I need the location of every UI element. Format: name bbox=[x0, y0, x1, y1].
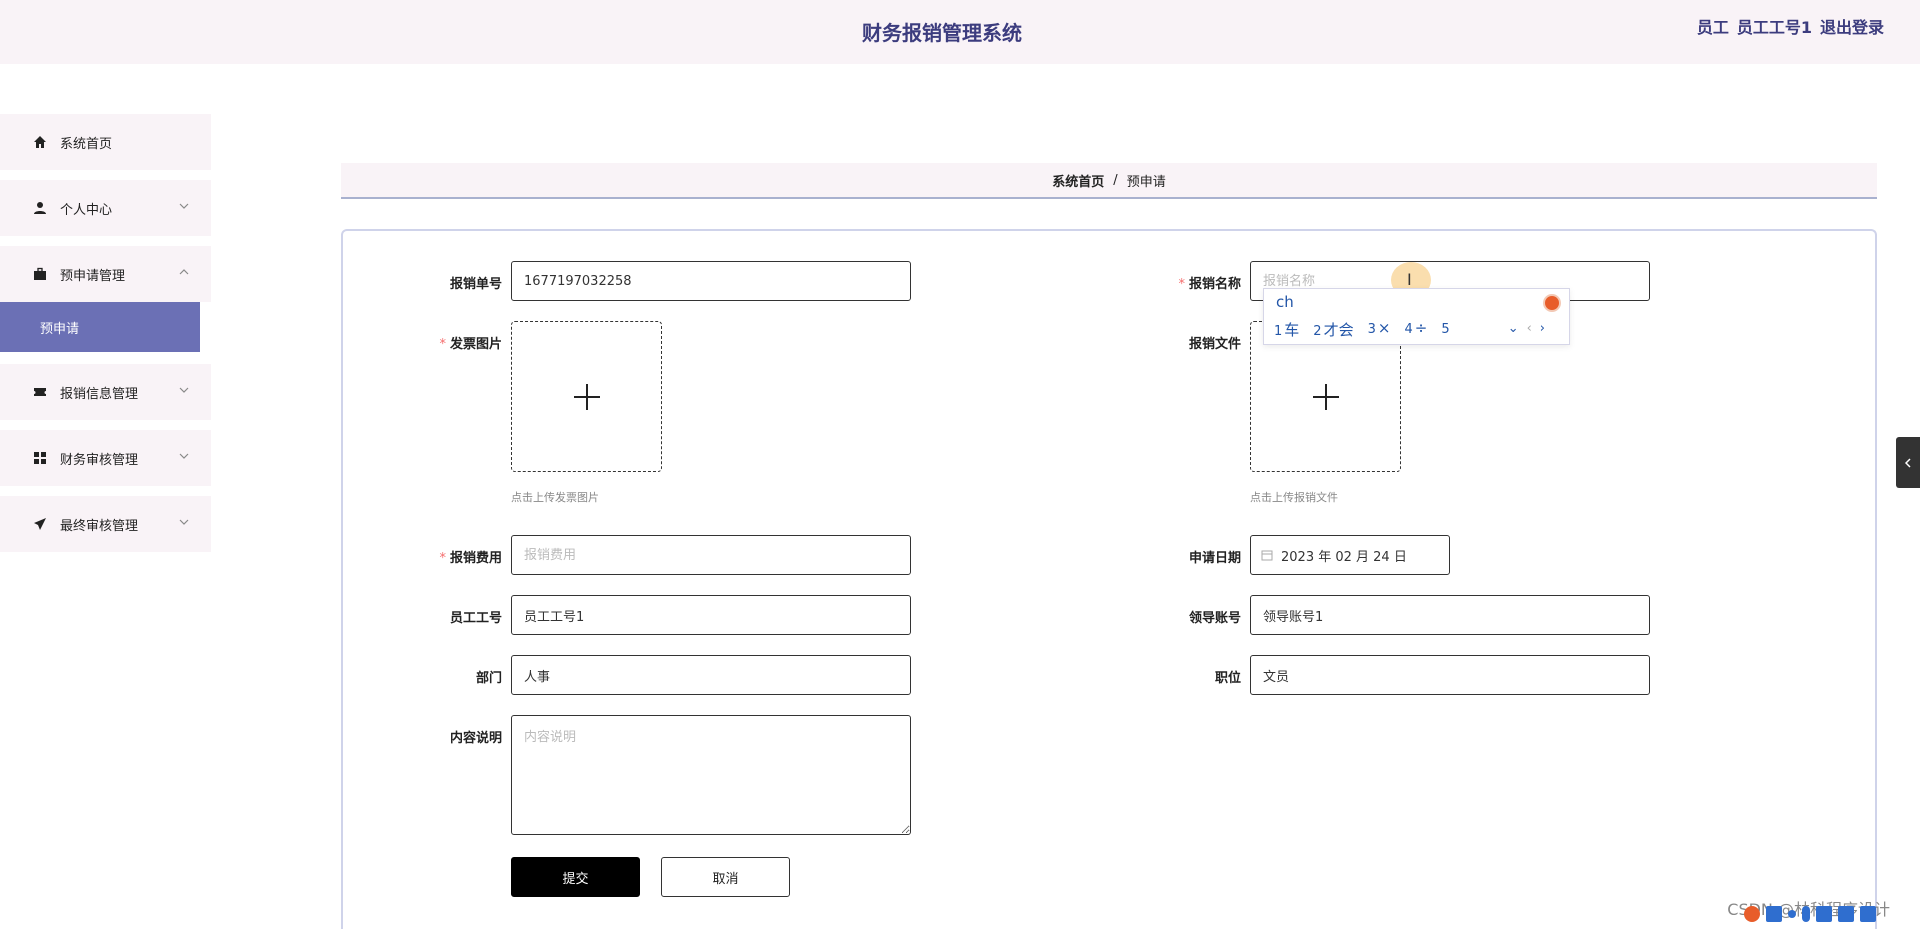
leader-account-input[interactable] bbox=[1250, 595, 1650, 635]
user-role: 员工 bbox=[1696, 18, 1729, 37]
sidebar-item-pre-apply-management[interactable]: 预申请管理 bbox=[0, 246, 211, 302]
punctuation-icon[interactable] bbox=[1788, 910, 1796, 918]
sidebar-item-personal-center[interactable]: 个人中心 bbox=[0, 180, 211, 236]
toolbox-icon[interactable] bbox=[1860, 906, 1876, 922]
breadcrumb-current: 预申请 bbox=[1126, 174, 1166, 190]
ime-next-icon[interactable]: › bbox=[1540, 321, 1545, 336]
ime-candidate[interactable]: 2 才会 bbox=[1313, 319, 1353, 340]
sidebar: 系统首页 个人中心 预申请管理 预申请 报销信息管理 财务审核管理 最终审核管理 bbox=[0, 114, 211, 562]
breadcrumb: 系统首页 / 预申请 bbox=[341, 163, 1877, 199]
ime-prev-icon[interactable]: ‹ bbox=[1527, 321, 1532, 336]
ticket-icon bbox=[32, 384, 48, 400]
microphone-icon[interactable] bbox=[1802, 906, 1810, 922]
cost-label: * 报销费用 bbox=[439, 551, 502, 566]
user-icon bbox=[32, 200, 48, 216]
ime-candidate[interactable]: 3 × bbox=[1368, 319, 1391, 340]
cost-input[interactable] bbox=[511, 535, 911, 575]
apply-date-value: 2023 年 02 月 24 日 bbox=[1281, 549, 1407, 565]
calendar-icon bbox=[1261, 550, 1273, 561]
ime-nav: ⌄ ‹ › bbox=[1508, 321, 1545, 336]
employee-no-input[interactable] bbox=[511, 595, 911, 635]
submit-button[interactable]: 提交 bbox=[511, 857, 640, 897]
leader-account-label: 领导账号 bbox=[1188, 611, 1241, 626]
bill-file-tip: 点击上传报销文件 bbox=[1250, 491, 1338, 504]
bill-no-label: 报销单号 bbox=[449, 277, 502, 292]
ime-expand-icon[interactable]: ⌄ bbox=[1508, 321, 1519, 336]
app-title: 财务报销管理系统 bbox=[862, 21, 1022, 45]
sidebar-item-home[interactable]: 系统首页 bbox=[0, 114, 211, 170]
content-textarea[interactable] bbox=[511, 715, 911, 835]
sogou-logo-icon[interactable] bbox=[1744, 906, 1760, 922]
top-header: 财务报销管理系统 员工 员工工号1 退出登录 bbox=[0, 0, 1920, 64]
home-icon bbox=[32, 134, 48, 150]
plus-icon bbox=[573, 383, 600, 410]
apply-date-picker[interactable]: 2023 年 02 月 24 日 bbox=[1250, 535, 1450, 575]
sidebar-item-reimbursement-info[interactable]: 报销信息管理 bbox=[0, 364, 211, 420]
logout-link[interactable]: 退出登录 bbox=[1820, 14, 1884, 38]
department-label: 部门 bbox=[475, 671, 502, 686]
chinese-mode-icon[interactable] bbox=[1766, 906, 1782, 922]
ime-toolbar bbox=[1744, 906, 1876, 922]
side-collapse-tab[interactable] bbox=[1896, 437, 1920, 488]
content-label: 内容说明 bbox=[449, 731, 502, 746]
chevron-down-icon bbox=[179, 453, 189, 459]
chevron-up-icon bbox=[179, 269, 189, 275]
skin-icon[interactable] bbox=[1838, 906, 1854, 922]
sidebar-item-final-review[interactable]: 最终审核管理 bbox=[0, 496, 211, 552]
sidebar-subitem-pre-apply[interactable]: 预申请 bbox=[0, 302, 200, 352]
department-input[interactable] bbox=[511, 655, 911, 695]
header-user-area: 员工 员工工号1 退出登录 bbox=[1697, 14, 1884, 38]
bill-no-input[interactable] bbox=[511, 261, 911, 301]
ime-candidate-popup: ch 1车 2 才会 3 × 4 ÷ 5 ⌄ ‹ › bbox=[1263, 288, 1570, 345]
ime-candidates: 1车 2 才会 3 × 4 ÷ 5 bbox=[1274, 319, 1452, 340]
breadcrumb-separator: / bbox=[1113, 172, 1118, 188]
invoice-image-tip: 点击上传发票图片 bbox=[511, 491, 599, 504]
apply-date-label: 申请日期 bbox=[1188, 551, 1241, 566]
sidebar-item-label: 财务审核管理 bbox=[60, 452, 139, 468]
briefcase-icon bbox=[32, 266, 48, 282]
bill-file-label: 报销文件 bbox=[1188, 337, 1241, 352]
ime-candidate[interactable]: 1车 bbox=[1274, 319, 1299, 340]
sidebar-item-label: 预申请管理 bbox=[60, 268, 126, 284]
cancel-button[interactable]: 取消 bbox=[661, 857, 790, 897]
chevron-down-icon bbox=[179, 203, 189, 209]
plus-icon bbox=[1312, 383, 1339, 410]
invoice-image-label: * 发票图片 bbox=[439, 337, 502, 352]
ime-logo-icon bbox=[1543, 294, 1561, 312]
sidebar-item-label: 个人中心 bbox=[60, 202, 113, 218]
chevron-down-icon bbox=[179, 387, 189, 393]
form-card: 报销单号 *发票图片 点击上传发票图片 *报销费用 员工工号 部门 内容说明 提… bbox=[341, 229, 1877, 929]
chevron-left-icon bbox=[1904, 457, 1911, 468]
ime-candidate[interactable]: 5 bbox=[1441, 319, 1451, 340]
sidebar-item-finance-review[interactable]: 财务审核管理 bbox=[0, 430, 211, 486]
send-icon bbox=[32, 516, 48, 532]
sidebar-item-label: 系统首页 bbox=[60, 136, 113, 152]
breadcrumb-home[interactable]: 系统首页 bbox=[1052, 171, 1104, 190]
ime-composition: ch bbox=[1276, 293, 1294, 311]
position-label: 职位 bbox=[1214, 671, 1241, 686]
sidebar-item-label: 报销信息管理 bbox=[60, 386, 139, 402]
employee-no-label: 员工工号 bbox=[449, 611, 502, 626]
bill-name-label: * 报销名称 bbox=[1178, 277, 1241, 292]
chevron-down-icon bbox=[179, 519, 189, 525]
position-input[interactable] bbox=[1250, 655, 1650, 695]
ime-candidate[interactable]: 4 ÷ bbox=[1404, 319, 1427, 340]
user-name: 员工工号1 bbox=[1736, 18, 1812, 37]
keyboard-icon[interactable] bbox=[1816, 906, 1832, 922]
invoice-image-upload[interactable] bbox=[511, 321, 662, 472]
sidebar-item-label: 最终审核管理 bbox=[60, 518, 139, 534]
text-cursor-icon: I bbox=[1407, 270, 1412, 289]
grid-icon bbox=[32, 450, 48, 466]
